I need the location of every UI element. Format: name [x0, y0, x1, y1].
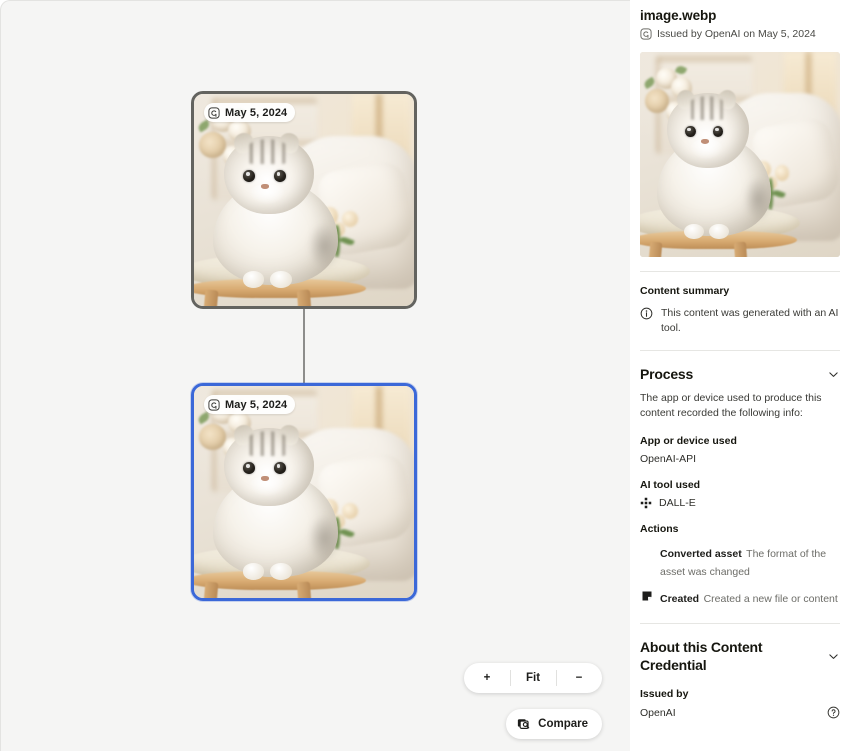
node-image-selected [194, 386, 414, 598]
chevron-down-icon[interactable] [827, 650, 840, 663]
action-item: Converted asset The format of the asset … [640, 544, 840, 580]
divider [640, 623, 840, 624]
content-summary-heading: Content summary [640, 285, 840, 297]
content-summary-text: This content was generated with an AI to… [661, 306, 840, 336]
divider [640, 350, 840, 351]
ai-tool-value-row: DALL-E [640, 497, 840, 509]
provenance-tree: May 5, 2024 [1, 1, 630, 751]
actions-label: Actions [640, 523, 840, 535]
provenance-canvas[interactable]: May 5, 2024 [0, 0, 630, 751]
app-or-device-label: App or device used [640, 435, 840, 447]
tree-node-selected[interactable]: May 5, 2024 [191, 383, 417, 601]
action-title: Converted asset [660, 548, 742, 560]
issued-by-value-row: OpenAI [640, 706, 840, 719]
action-description: Created a new file or content [704, 593, 838, 605]
zoom-out-button[interactable]: − [556, 663, 602, 693]
action-title: Created [660, 593, 699, 605]
tree-connector-line [303, 309, 305, 383]
zoom-in-button[interactable]: + [464, 663, 510, 693]
process-description: The app or device used to produce this c… [640, 391, 840, 421]
node-image-parent [194, 94, 414, 306]
issued-by-value: OpenAI [640, 707, 676, 719]
zoom-fit-button[interactable]: Fit [510, 663, 556, 693]
content-credentials-icon [208, 107, 220, 119]
divider [640, 271, 840, 272]
about-heading: About this Content Credential [640, 638, 800, 674]
node-date-label: May 5, 2024 [225, 399, 287, 411]
content-credentials-viewer: May 5, 2024 [0, 0, 850, 751]
content-summary-row: This content was generated with an AI to… [640, 306, 840, 336]
compare-label: Compare [538, 718, 588, 730]
dall-e-icon [640, 497, 652, 509]
issued-by-label: Issued by [640, 688, 840, 700]
compare-button[interactable]: Compare [506, 709, 602, 739]
created-icon [640, 590, 653, 602]
action-item: Created Created a new file or content [640, 589, 840, 607]
process-section-header[interactable]: Process [640, 365, 840, 383]
ai-tool-label: AI tool used [640, 479, 840, 491]
file-name: image.webp [640, 8, 840, 23]
app-or-device-value: OpenAI-API [640, 453, 840, 465]
ai-tool-value: DALL-E [659, 497, 696, 509]
process-heading: Process [640, 365, 693, 383]
image-thumbnail[interactable] [640, 52, 840, 257]
issued-by-line: Issued by OpenAI on May 5, 2024 [640, 28, 840, 40]
content-credentials-icon [208, 399, 220, 411]
help-icon[interactable] [827, 706, 840, 719]
zoom-controls[interactable]: + Fit − [464, 663, 602, 693]
issued-by-text: Issued by OpenAI on May 5, 2024 [657, 28, 816, 40]
tree-node-parent[interactable]: May 5, 2024 [191, 91, 417, 309]
content-credentials-icon [640, 28, 652, 40]
chevron-down-icon[interactable] [827, 368, 840, 381]
node-date-badge[interactable]: May 5, 2024 [204, 103, 295, 122]
node-date-label: May 5, 2024 [225, 107, 287, 119]
node-date-badge[interactable]: May 5, 2024 [204, 395, 295, 414]
details-sidebar: image.webp Issued by OpenAI on May 5, 20… [630, 0, 850, 751]
about-section-header[interactable]: About this Content Credential [640, 638, 840, 674]
compare-icon [517, 717, 531, 731]
info-icon [640, 307, 653, 320]
